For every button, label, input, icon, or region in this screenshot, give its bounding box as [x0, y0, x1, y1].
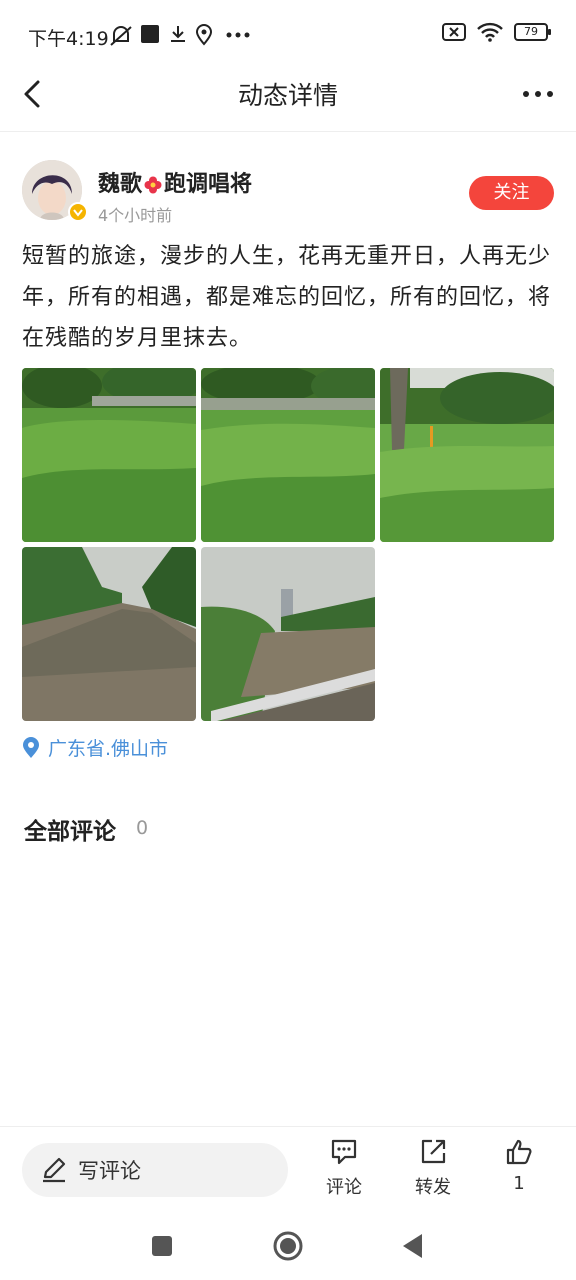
- back-triangle-icon[interactable]: [400, 1232, 426, 1260]
- more-horizontal-icon[interactable]: [518, 74, 558, 114]
- home-circle-icon[interactable]: [272, 1230, 304, 1262]
- wifi-icon: [477, 22, 503, 42]
- like-count: 1: [513, 1173, 525, 1194]
- share-button[interactable]: 转发: [398, 1137, 468, 1199]
- grass-photo-3[interactable]: [380, 368, 554, 542]
- comments-count: 0: [136, 817, 149, 839]
- thumbs-up-icon: [506, 1139, 532, 1165]
- username-part2: 跑调唱将: [164, 172, 253, 197]
- page-title: 动态详情: [237, 81, 338, 110]
- mute-icon: [110, 26, 132, 46]
- follow-button[interactable]: 关注: [469, 176, 554, 210]
- pencil-icon: [43, 1157, 66, 1183]
- top-navigation-bar: 动态详情: [0, 62, 576, 132]
- post-content: 短暂的旅途，漫步的人生，花再无重开日，人再无少年，所有的相遇，都是难忘的回忆，所…: [22, 244, 552, 351]
- comment-bubble-icon: [331, 1139, 357, 1165]
- username-part1: 魏歌: [98, 172, 143, 197]
- app-icon: [141, 25, 159, 43]
- battery-level: 79: [524, 25, 538, 38]
- comment-button[interactable]: 评论: [309, 1137, 379, 1199]
- grass-photo-1[interactable]: [22, 368, 196, 542]
- status-bar: 下午4:19 79: [0, 0, 576, 70]
- river-photo-1[interactable]: [22, 547, 196, 721]
- location-tag[interactable]: 广东省.佛山市: [22, 734, 168, 761]
- bottom-action-bar: 写评论 评论 转发 1: [0, 1126, 576, 1216]
- verified-badge-icon: [68, 202, 88, 222]
- no-sim-icon: [442, 23, 466, 41]
- flower-icon: [144, 176, 162, 194]
- location-icon: [195, 24, 213, 46]
- comment-label: 评论: [326, 1177, 362, 1198]
- download-icon: [171, 26, 185, 42]
- write-comment-input[interactable]: 写评论: [22, 1143, 288, 1197]
- recents-square-icon[interactable]: [150, 1234, 174, 1258]
- more-dots-icon: [226, 32, 250, 38]
- river-photo-2[interactable]: [201, 547, 375, 721]
- share-label: 转发: [415, 1177, 451, 1198]
- location-text: 广东省.佛山市: [48, 738, 169, 760]
- like-button[interactable]: 1: [484, 1137, 554, 1194]
- location-pin-icon: [23, 736, 39, 758]
- write-comment-label: 写评论: [78, 1159, 141, 1183]
- share-icon: [421, 1139, 446, 1164]
- battery-icon: 79: [514, 23, 551, 41]
- status-time: 下午4:19: [28, 28, 109, 50]
- system-navigation-bar: [0, 1216, 576, 1280]
- comments-title: 全部评论: [24, 819, 116, 845]
- username[interactable]: 魏歌 跑调唱将: [98, 166, 252, 198]
- grass-photo-2[interactable]: [201, 368, 375, 542]
- post-time: 4个小时前: [98, 206, 173, 225]
